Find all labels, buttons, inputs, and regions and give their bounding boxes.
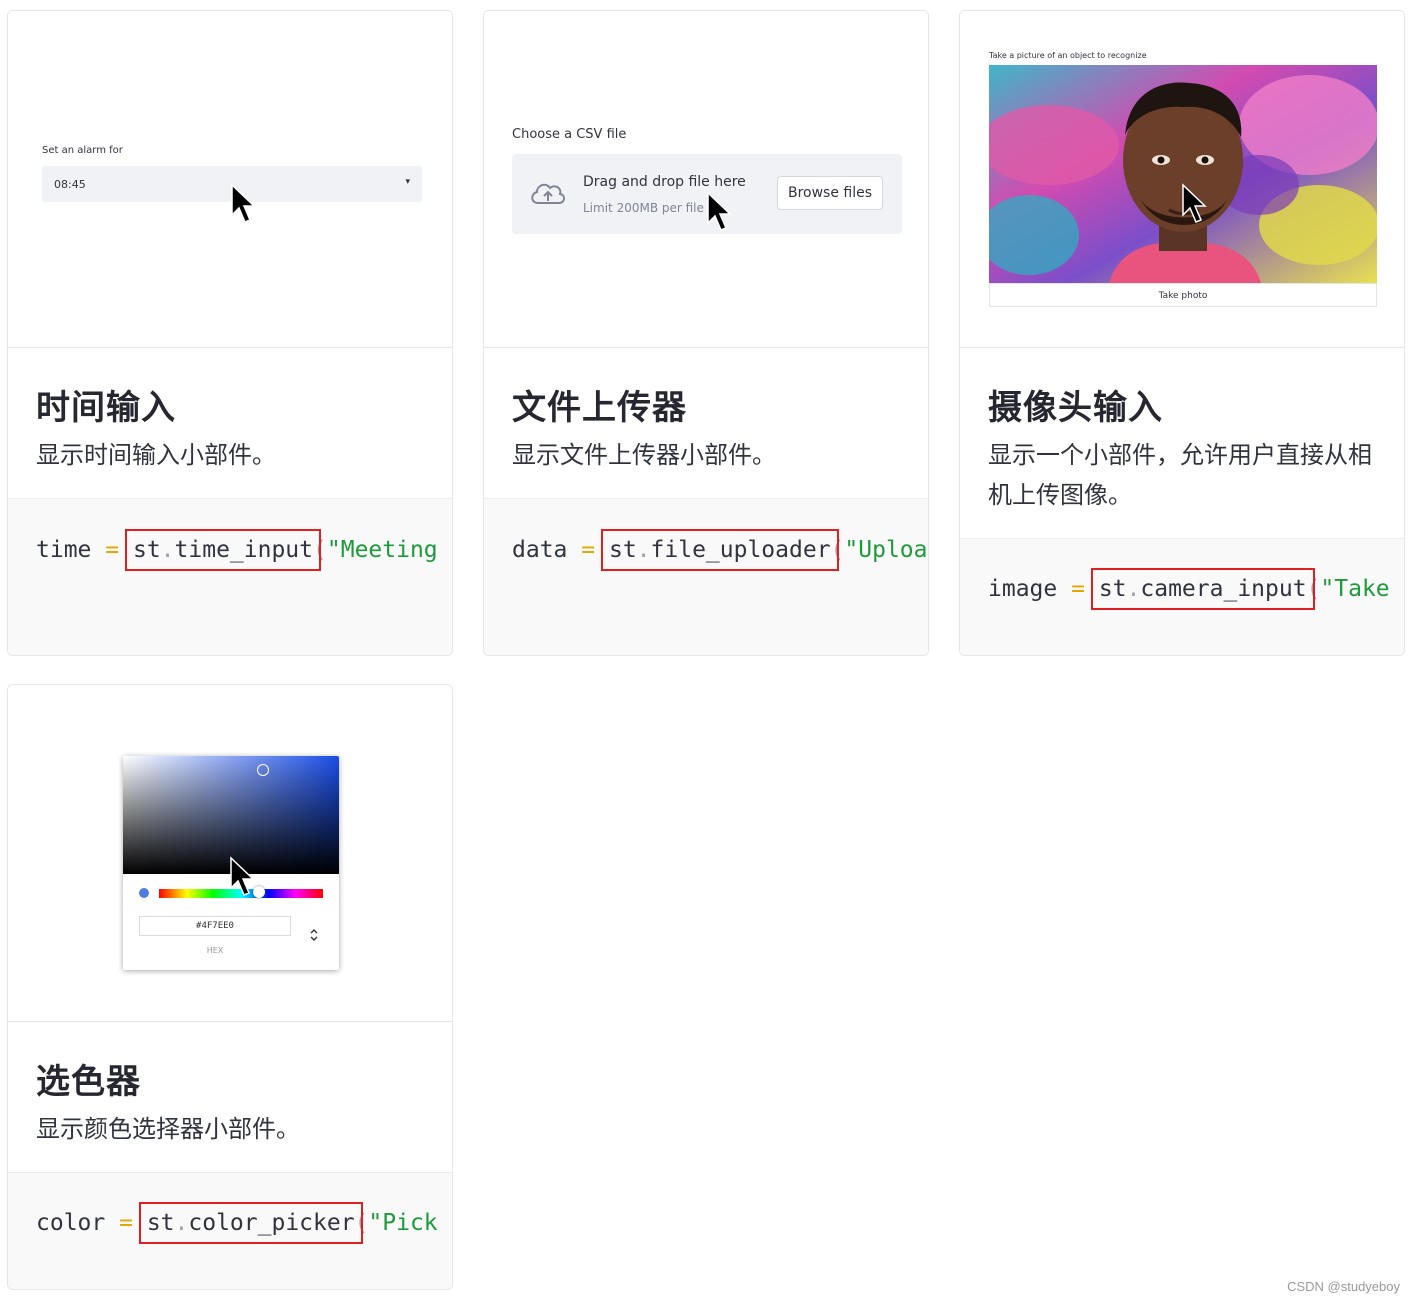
mouse-cursor-icon — [707, 191, 732, 231]
code-operator: = — [119, 1210, 133, 1236]
code-variable: color — [36, 1210, 106, 1236]
browse-files-button[interactable]: Browse files — [777, 176, 883, 210]
color-picker-panel[interactable]: #4F7EE0 HEX — [123, 756, 339, 970]
code-string: "Take — [1320, 576, 1390, 602]
camera-photo — [989, 65, 1377, 283]
code-function: camera_input — [1140, 576, 1307, 602]
code-snippet: data = st.file_uploader("Uploa — [484, 498, 928, 655]
card-description: 显示文件上传器小部件。 — [512, 441, 776, 469]
code-highlight: st.color_picker — [138, 1202, 363, 1244]
hex-label: HEX — [206, 946, 224, 955]
code-highlight: st.file_uploader — [600, 529, 839, 571]
code-operator: = — [581, 537, 596, 563]
cloud-upload-icon — [531, 183, 565, 204]
card-description: 显示时间输入小部件。 — [36, 441, 276, 469]
time-input-value: 08:45 — [54, 178, 86, 191]
card-file-uploader[interactable]: Choose a CSV file Drag and drop file her… — [483, 10, 929, 656]
code-paren: ( — [354, 1210, 369, 1236]
camera-input-preview: Take a picture of an object to recognize — [960, 11, 1404, 348]
code-highlight: st.camera_input — [1090, 568, 1315, 610]
selected-color-swatch — [139, 888, 149, 898]
time-input-preview: Set an alarm for 08:45 ▾ — [8, 11, 452, 348]
card-camera-input[interactable]: Take a picture of an object to recognize — [959, 10, 1405, 656]
code-module: st — [146, 1210, 175, 1236]
code-module: st — [132, 537, 161, 563]
format-toggle-icon[interactable] — [309, 926, 319, 944]
mouse-cursor-icon — [231, 183, 256, 223]
code-function: file_uploader — [650, 537, 831, 563]
card-title: 时间输入 — [36, 388, 176, 428]
code-paren: ( — [830, 537, 845, 563]
code-snippet: time = st.time_input("Meeting — [8, 498, 452, 655]
watermark: CSDN @studyeboy — [1287, 1279, 1400, 1294]
saturation-handle[interactable] — [257, 764, 269, 776]
time-input-label: Set an alarm for — [42, 145, 123, 156]
card-time-input[interactable]: Set an alarm for 08:45 ▾ 时间输入 显示时间输入小部件。… — [7, 10, 453, 656]
code-paren: ( — [1306, 576, 1321, 602]
card-description: 显示一个小部件，允许用户直接从相机上传图像。 — [988, 441, 1372, 509]
code-string: "Uploa — [844, 537, 928, 563]
code-snippet: image = st.camera_input("Take — [960, 538, 1404, 655]
code-highlight: st.time_input — [124, 529, 322, 571]
chevron-down-icon: ▾ — [405, 177, 410, 187]
card-color-picker[interactable]: #4F7EE0 HEX 选色器 显示颜色选择器小部件。 color = st.c… — [7, 684, 453, 1290]
code-string: "Meeting — [326, 537, 438, 563]
dropzone-instructions: Drag and drop file here — [583, 174, 746, 190]
code-variable: time — [36, 537, 92, 563]
code-module: st — [1098, 576, 1127, 602]
code-operator: = — [1071, 576, 1085, 602]
camera-input-label: Take a picture of an object to recognize — [989, 51, 1147, 60]
card-title: 选色器 — [36, 1062, 141, 1102]
mouse-cursor-icon — [1182, 183, 1207, 223]
code-function: time_input — [174, 537, 314, 563]
card-description: 显示颜色选择器小部件。 — [36, 1115, 300, 1143]
code-operator: = — [105, 537, 120, 563]
code-variable: data — [512, 537, 568, 563]
code-module: st — [608, 537, 637, 563]
dropzone-limit: Limit 200MB per file — [583, 201, 704, 215]
code-string: "Pick — [368, 1210, 438, 1236]
file-uploader-preview: Choose a CSV file Drag and drop file her… — [484, 11, 928, 348]
take-photo-button[interactable]: Take photo — [989, 283, 1377, 307]
code-snippet: color = st.color_picker("Pick — [8, 1172, 452, 1289]
card-title: 文件上传器 — [512, 388, 687, 428]
card-title: 摄像头输入 — [988, 388, 1163, 428]
file-uploader-label: Choose a CSV file — [512, 127, 627, 142]
code-paren: ( — [313, 537, 327, 563]
code-variable: image — [988, 576, 1058, 602]
hex-input[interactable]: #4F7EE0 — [139, 916, 291, 936]
color-picker-preview: #4F7EE0 HEX — [8, 685, 452, 1022]
mouse-cursor-icon — [230, 856, 255, 896]
code-function: color_picker — [188, 1210, 355, 1236]
